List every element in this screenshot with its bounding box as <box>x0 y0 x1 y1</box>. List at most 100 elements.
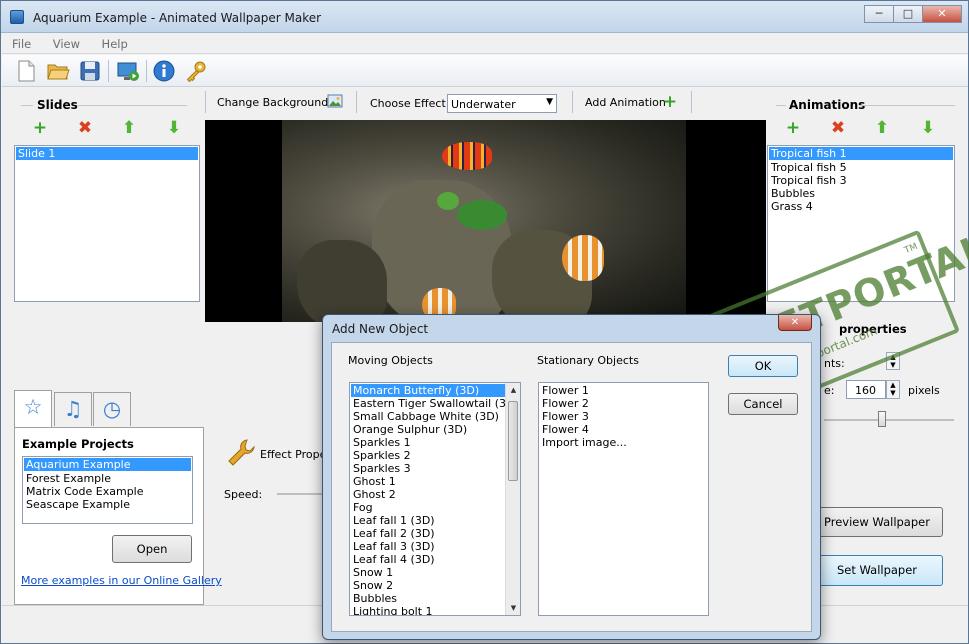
size-input[interactable]: 160 <box>846 380 886 399</box>
add-slide-icon[interactable]: + <box>31 119 49 137</box>
list-item[interactable]: Tropical fish 1 <box>769 147 953 160</box>
effect-select[interactable]: Underwater ▼ <box>447 94 557 113</box>
list-item[interactable]: Slide 1 <box>16 147 198 160</box>
preview-canvas[interactable] <box>205 120 766 322</box>
list-item[interactable]: Forest Example <box>24 472 191 485</box>
list-item[interactable]: Aquarium Example <box>24 458 191 471</box>
save-icon[interactable] <box>78 59 102 83</box>
add-new-object-dialog: Add New Object ✕ Moving Objects Stationa… <box>322 314 821 640</box>
menu-view[interactable]: View <box>43 34 88 51</box>
rock <box>297 240 387 322</box>
toolbar-separator <box>356 91 357 113</box>
list-item[interactable]: Leaf fall 1 (3D) <box>351 514 505 527</box>
list-item[interactable]: Orange Sulphur (3D) <box>351 423 505 436</box>
size-spinner[interactable]: ▲ ▼ <box>886 380 900 399</box>
divider <box>77 105 187 106</box>
tab-music[interactable]: ♫ <box>54 392 92 426</box>
list-item[interactable]: Fog <box>351 501 505 514</box>
dialog-close-button[interactable]: ✕ <box>778 315 812 331</box>
tropical-fish <box>442 142 492 170</box>
list-item[interactable]: Ghost 2 <box>351 488 505 501</box>
list-item[interactable]: Bubbles <box>351 592 505 605</box>
aquarium-background <box>282 120 686 322</box>
key-icon[interactable] <box>184 59 208 83</box>
slides-list: Slide 1 <box>14 145 200 302</box>
list-item[interactable]: Tropical fish 5 <box>769 161 953 174</box>
delete-slide-icon[interactable]: ✖ <box>76 119 94 137</box>
move-down-icon[interactable]: ⬇ <box>165 119 183 137</box>
list-item[interactable]: Eastern Tiger Swallowtail (3D) <box>351 397 519 410</box>
window-title: Aquarium Example - Animated Wallpaper Ma… <box>33 11 322 25</box>
example-projects-title: Example Projects <box>22 437 134 451</box>
ok-button[interactable]: OK <box>728 355 798 377</box>
list-item[interactable]: Leaf fall 2 (3D) <box>351 527 505 540</box>
list-item[interactable]: Sparkles 2 <box>351 449 505 462</box>
list-item[interactable]: Tropical fish 3 <box>769 174 953 187</box>
stationary-objects-label: Stationary Objects <box>537 354 639 367</box>
list-item[interactable]: Grass 4 <box>769 200 953 213</box>
title-bar: Aquarium Example - Animated Wallpaper Ma… <box>1 1 968 33</box>
effect-speed-track[interactable] <box>277 493 327 495</box>
list-item[interactable]: Flower 2 <box>540 397 705 410</box>
tab-clock[interactable]: ◷ <box>93 392 131 426</box>
toolbar-separator <box>572 91 573 113</box>
maximize-button[interactable]: □ <box>893 5 923 23</box>
dialog-title: Add New Object <box>332 322 429 336</box>
move-up-icon[interactable]: ⬆ <box>873 119 891 137</box>
move-down-icon[interactable]: ⬇ <box>919 119 937 137</box>
list-item[interactable]: Leaf fall 3 (3D) <box>351 540 505 553</box>
tab-examples[interactable]: ☆ <box>14 390 52 427</box>
list-item[interactable]: Flower 4 <box>540 423 705 436</box>
list-item[interactable]: Sparkles 1 <box>351 436 505 449</box>
open-button[interactable]: Open <box>112 535 192 563</box>
list-item[interactable]: Snow 1 <box>351 566 505 579</box>
list-item[interactable]: Seascape Example <box>24 498 191 511</box>
new-file-icon[interactable] <box>14 59 38 83</box>
minimize-button[interactable]: ─ <box>864 5 894 23</box>
cancel-button[interactable]: Cancel <box>728 393 798 415</box>
scroll-thumb[interactable] <box>508 401 518 481</box>
moving-list-scrollbar[interactable]: ▲ ▼ <box>505 383 520 615</box>
change-background-label[interactable]: Change Background <box>217 96 328 109</box>
list-item[interactable]: Lighting bolt 1 <box>351 605 505 615</box>
star-icon: ☆ <box>23 395 43 419</box>
toolbar-separator <box>691 91 692 113</box>
window-controls: ─ □ ✕ <box>864 5 962 23</box>
scroll-down-icon[interactable]: ▼ <box>506 601 520 615</box>
scroll-up-icon[interactable]: ▲ <box>506 383 520 397</box>
moving-objects-label: Moving Objects <box>348 354 433 367</box>
list-item[interactable]: Leaf fall 4 (3D) <box>351 553 505 566</box>
move-up-icon[interactable]: ⬆ <box>120 119 138 137</box>
list-item[interactable]: Monarch Butterfly (3D) <box>351 384 505 397</box>
list-item[interactable]: Import image... <box>540 436 705 449</box>
picture-icon[interactable] <box>327 94 343 110</box>
divider <box>859 105 955 106</box>
list-item[interactable]: Flower 1 <box>540 384 705 397</box>
add-animation-icon[interactable]: + <box>661 93 679 111</box>
info-icon[interactable] <box>152 59 176 83</box>
delete-animation-icon[interactable]: ✖ <box>829 119 847 137</box>
speed-track <box>824 419 954 421</box>
online-gallery-link[interactable]: More examples in our Online Gallery <box>21 574 222 587</box>
preview-screen-icon[interactable] <box>116 59 140 83</box>
stationary-objects-items: Flower 1 Flower 2 Flower 3 Flower 4 Impo… <box>540 384 705 449</box>
menu-help[interactable]: Help <box>92 34 136 51</box>
preview-wallpaper-button[interactable]: Preview Wallpaper <box>811 507 943 537</box>
list-item[interactable]: Bubbles <box>769 187 953 200</box>
size-value: 160 <box>855 384 876 397</box>
list-item[interactable]: Sparkles 3 <box>351 462 505 475</box>
set-wallpaper-button[interactable]: Set Wallpaper <box>811 555 943 586</box>
effect-value: Underwater <box>451 98 516 111</box>
list-item[interactable]: Small Cabbage White (3D) <box>351 410 505 423</box>
open-folder-icon[interactable] <box>46 59 70 83</box>
speed-slider-handle[interactable] <box>878 411 886 427</box>
add-animation-label[interactable]: Add Animation <box>585 96 666 109</box>
size-unit: pixels <box>908 384 940 397</box>
add-animation-list-icon[interactable]: + <box>784 119 802 137</box>
list-item[interactable]: Matrix Code Example <box>24 485 191 498</box>
list-item[interactable]: Ghost 1 <box>351 475 505 488</box>
list-item[interactable]: Snow 2 <box>351 579 505 592</box>
close-button[interactable]: ✕ <box>922 5 962 23</box>
list-item[interactable]: Flower 3 <box>540 410 705 423</box>
menu-file[interactable]: File <box>2 34 39 51</box>
